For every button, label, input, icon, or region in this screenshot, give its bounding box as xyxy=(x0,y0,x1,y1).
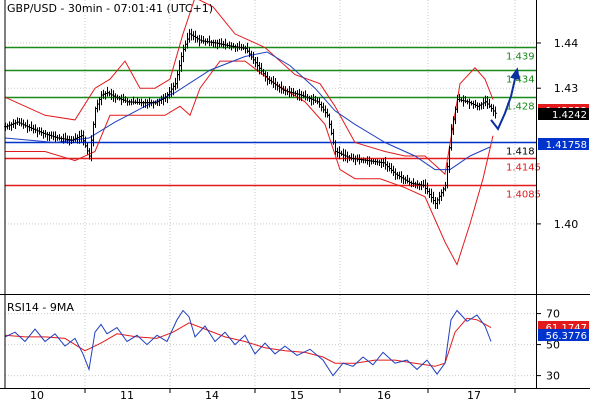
x-tick-label: 17 xyxy=(467,389,481,400)
rsi-y-tick-label: 70 xyxy=(546,308,560,321)
price-y-tick-label: 1.44 xyxy=(554,37,579,50)
price-y-tick-label: 1.43 xyxy=(554,82,579,95)
chart-root: 1.439 1.434 1.428 1.418 1.4145 1.4085 1.40 1.4… xyxy=(0,0,590,400)
chart-svg: 1.439 1.434 1.428 1.418 1.4145 1.4085 1.40 1.4… xyxy=(0,0,590,400)
level-label: 1.439 xyxy=(506,52,535,63)
x-tick-label: 14 xyxy=(205,389,219,400)
pivot-badge: 1.41758 xyxy=(546,140,587,151)
level-label: 1.434 xyxy=(506,75,535,86)
price-y-tick-label: 1.40 xyxy=(554,218,579,231)
current-badge: 1.4242 xyxy=(552,110,587,121)
level-label: 1.4085 xyxy=(506,190,541,201)
level-label: 1.418 xyxy=(506,147,535,158)
rsi-y-tick-label: 30 xyxy=(546,370,560,383)
x-tick-label: 10 xyxy=(30,389,44,400)
chart-title: GBP/USD - 30min - 07:01:41 (UTC+1) xyxy=(7,2,213,15)
x-tick-label: 16 xyxy=(377,389,391,400)
rsi-title: RSI14 - 9MA xyxy=(7,301,74,314)
level-label: 1.428 xyxy=(506,102,535,113)
background xyxy=(0,0,590,400)
x-tick-label: 15 xyxy=(290,389,304,400)
level-label: 1.4145 xyxy=(506,163,541,174)
rsi-rsi-badge: 56.3776 xyxy=(546,331,587,342)
x-tick-label: 11 xyxy=(120,389,134,400)
